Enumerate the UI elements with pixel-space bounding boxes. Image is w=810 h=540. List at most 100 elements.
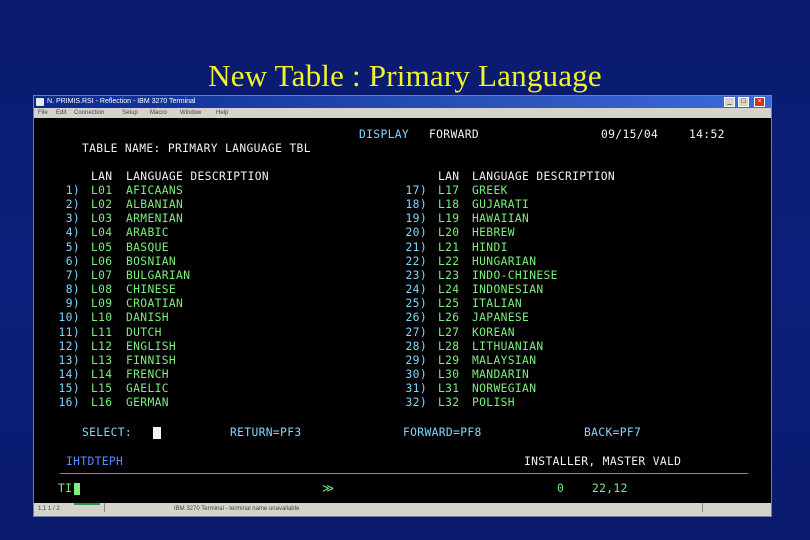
row-code: L19: [438, 212, 460, 225]
row-description: ENGLISH: [126, 340, 177, 353]
row-number: 2): [65, 198, 80, 211]
row-code: L29: [438, 354, 460, 367]
row-description: KOREAN: [472, 326, 515, 339]
oia-status: 0: [557, 482, 565, 495]
row-number: 3): [65, 212, 80, 225]
terminal-screen[interactable]: DISPLAY FORWARD 09/15/04 14:52 TABLE NAM…: [34, 118, 771, 503]
col-lan-right: LAN: [438, 170, 460, 183]
menu-window[interactable]: Window: [180, 108, 201, 118]
menu-bar: File Edit Connection Setup Macro Window …: [34, 108, 771, 118]
row-description: CROATIAN: [126, 297, 184, 310]
row-description: HINDI: [472, 241, 508, 254]
row-number: 11): [58, 326, 80, 339]
header-date: 09/15/04: [601, 128, 659, 141]
row-description: DUTCH: [126, 326, 162, 339]
menu-file[interactable]: File: [38, 108, 48, 118]
row-code: L02: [91, 198, 113, 211]
row-description: BASQUE: [126, 241, 169, 254]
row-description: GERMAN: [126, 396, 169, 409]
menu-edit[interactable]: Edit: [56, 108, 66, 118]
row-number: 31): [405, 382, 427, 395]
row-code: L28: [438, 340, 460, 353]
row-description: INDONESIAN: [472, 283, 544, 296]
row-number: 23): [405, 269, 427, 282]
row-number: 27): [405, 326, 427, 339]
window-titlebar: N. PRIMIS.RSI - Reflection - IBM 3270 Te…: [34, 96, 771, 108]
row-code: L21: [438, 241, 460, 254]
row-number: 17): [405, 184, 427, 197]
slide-title: New Table : Primary Language: [208, 58, 602, 93]
row-code: L13: [91, 354, 113, 367]
status-bar: 1,1 1 / 2 IBM 3270 Terminal - terminal n…: [34, 503, 771, 516]
row-description: LITHUANIAN: [472, 340, 544, 353]
installer-label: INSTALLER, MASTER VALD: [524, 455, 682, 468]
row-description: ALBANIAN: [126, 198, 184, 211]
app-icon[interactable]: [36, 98, 44, 106]
row-description: HEBREW: [472, 226, 515, 239]
select-label: SELECT:: [82, 426, 133, 439]
row-description: BULGARIAN: [126, 269, 191, 282]
row-number: 4): [65, 226, 80, 239]
menu-connection[interactable]: Connection: [74, 108, 104, 118]
row-number: 24): [405, 283, 427, 296]
back-key-label: BACK=PF7: [584, 426, 642, 439]
row-code: L12: [91, 340, 113, 353]
row-code: L26: [438, 311, 460, 324]
row-number: 19): [405, 212, 427, 225]
row-description: GAELIC: [126, 382, 169, 395]
header-display: DISPLAY: [359, 128, 410, 141]
row-number: 26): [405, 311, 427, 324]
terminal-window: N. PRIMIS.RSI - Reflection - IBM 3270 Te…: [33, 95, 772, 517]
row-code: L22: [438, 255, 460, 268]
row-number: 28): [405, 340, 427, 353]
close-button[interactable]: ×: [754, 97, 765, 107]
row-number: 21): [405, 241, 427, 254]
row-code: L17: [438, 184, 460, 197]
row-code: L03: [91, 212, 113, 225]
row-code: L30: [438, 368, 460, 381]
row-number: 22): [405, 255, 427, 268]
row-code: L06: [91, 255, 113, 268]
row-number: 29): [405, 354, 427, 367]
header-forward: FORWARD: [429, 128, 480, 141]
row-code: L11: [91, 326, 113, 339]
row-description: ITALIAN: [472, 297, 523, 310]
row-number: 12): [58, 340, 80, 353]
row-description: NORWEGIAN: [472, 382, 537, 395]
row-number: 5): [65, 241, 80, 254]
row-code: L23: [438, 269, 460, 282]
row-description: DANISH: [126, 311, 169, 324]
status-progress: [74, 503, 100, 505]
menu-help[interactable]: Help: [216, 108, 228, 118]
row-code: L07: [91, 269, 113, 282]
row-number: 8): [65, 283, 80, 296]
row-number: 13): [58, 354, 80, 367]
command-cursor[interactable]: [74, 483, 80, 495]
menu-setup[interactable]: Setup: [122, 108, 138, 118]
row-code: L27: [438, 326, 460, 339]
col-desc-right: LANGUAGE DESCRIPTION: [472, 170, 616, 183]
menu-macro[interactable]: Macro: [150, 108, 167, 118]
row-number: 14): [58, 368, 80, 381]
maximize-button[interactable]: □: [738, 97, 749, 107]
row-code: L09: [91, 297, 113, 310]
row-description: JAPANESE: [472, 311, 530, 324]
select-input[interactable]: [153, 427, 161, 439]
row-description: HAWAIIAN: [472, 212, 530, 225]
row-code: L18: [438, 198, 460, 211]
row-code: L14: [91, 368, 113, 381]
row-description: FRENCH: [126, 368, 169, 381]
row-code: L32: [438, 396, 460, 409]
row-code: L24: [438, 283, 460, 296]
minimize-button[interactable]: _: [724, 97, 735, 107]
row-code: L25: [438, 297, 460, 310]
row-description: INDO-CHINESE: [472, 269, 558, 282]
row-description: POLISH: [472, 396, 515, 409]
row-description: GREEK: [472, 184, 508, 197]
row-code: L10: [91, 311, 113, 324]
table-name: TABLE NAME: PRIMARY LANGUAGE TBL: [82, 142, 311, 155]
row-code: L15: [91, 382, 113, 395]
row-code: L16: [91, 396, 113, 409]
col-desc-left: LANGUAGE DESCRIPTION: [126, 170, 270, 183]
status-center: IBM 3270 Terminal - terminal name unavai…: [174, 506, 300, 512]
